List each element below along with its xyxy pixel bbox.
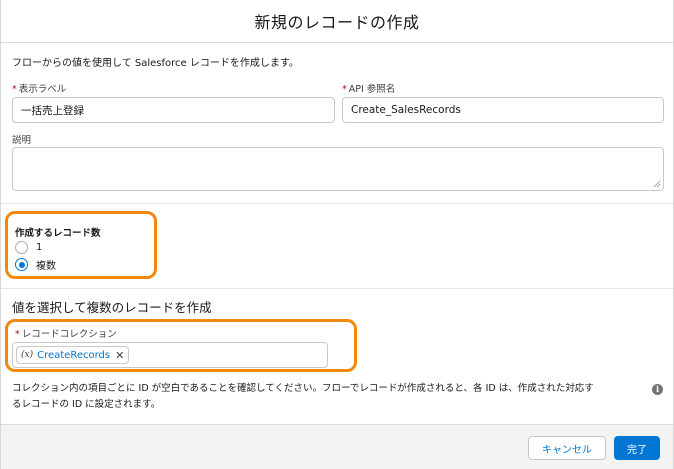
modal-footer: キャンセル 完了 [1,424,673,469]
help-text-line-1: コレクション内の項目ごとに ID が空白であることを確認してください。フローでレ… [12,383,594,394]
api-name-input[interactable]: Create_SalesRecords [342,97,664,123]
info-icon[interactable]: i [652,384,663,395]
label-input[interactable]: 一括売上登録 [12,97,335,123]
modal-description: フローからの値を使用して Salesforce レコードを作成します。 [12,58,299,69]
api-name-field-label-text: API 参照名 [348,84,396,95]
label-field-label: * 表示ラベル [12,81,66,95]
cancel-button[interactable]: キャンセル [528,436,606,460]
basic-info-section: フローからの値を使用して Salesforce レコードを作成します。 * 表示ラ… [1,43,673,204]
collection-help-text: コレクション内の項目ごとに ID が空白であることを確認してください。フローでレ… [12,381,648,413]
record-count-highlight [5,211,157,279]
modal-title: 新規のレコードの作成 [254,13,420,32]
description-field-label: 説明 [12,135,32,146]
resize-grip-icon[interactable] [653,180,661,188]
record-collection-highlight [5,319,357,372]
required-marker: * [342,84,347,95]
values-section-heading: 値を選択して複数のレコードを作成 [12,300,212,315]
api-name-field-label: * API 参照名 [342,81,395,95]
required-marker: * [12,84,17,95]
description-textarea[interactable] [12,147,664,191]
done-button[interactable]: 完了 [614,436,660,460]
modal-header: 新規のレコードの作成 [1,0,673,43]
label-field-label-text: 表示ラベル [18,84,67,95]
create-records-modal: 新規のレコードの作成 フローからの値を使用して Salesforce レコードを… [0,0,674,469]
help-text-line-2: るレコードの ID に設定されます。 [12,399,161,410]
